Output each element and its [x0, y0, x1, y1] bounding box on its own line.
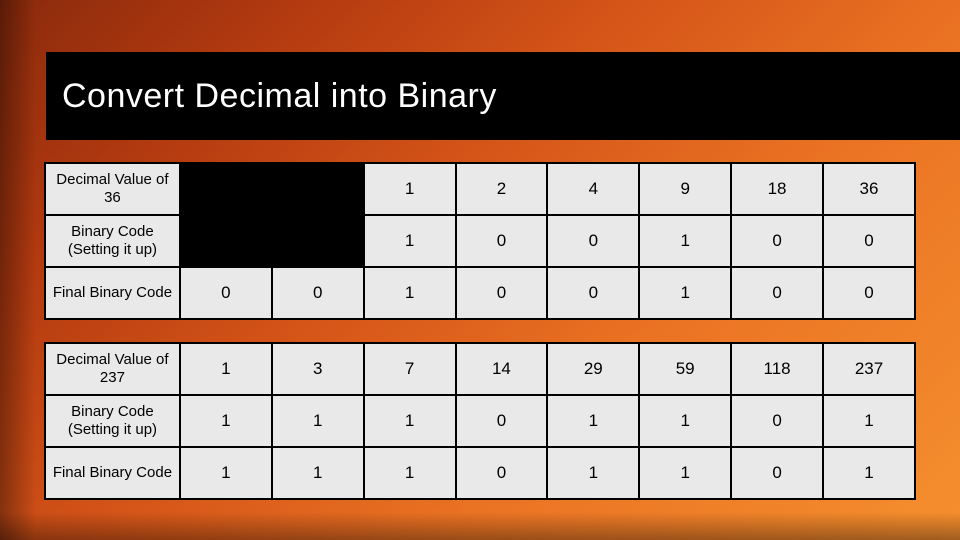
cell: 1: [547, 447, 639, 499]
left-shadow: [0, 0, 36, 540]
table-row: Decimal Value of 237 1 3 7 14 29 59 118 …: [45, 343, 915, 395]
cell: 0: [456, 215, 548, 267]
cell: 0: [823, 215, 915, 267]
cell: 36: [823, 163, 915, 215]
cell: 237: [823, 343, 915, 395]
cell: 1: [180, 395, 272, 447]
cell: 0: [456, 267, 548, 319]
table-row: Binary Code (Setting it up) 1 0 0 1 0 0: [45, 215, 915, 267]
cell: 0: [731, 447, 823, 499]
table-gap: [44, 320, 916, 342]
row-header: Final Binary Code: [45, 447, 180, 499]
cell: 1: [364, 163, 456, 215]
table-36: Decimal Value of 36 1 2 4 9 18 36 Binary…: [44, 162, 916, 320]
cell: 0: [272, 267, 364, 319]
slide-title: Convert Decimal into Binary: [46, 77, 497, 116]
slide: Convert Decimal into Binary Decimal Valu…: [0, 0, 960, 540]
cell: 0: [456, 447, 548, 499]
cell: 7: [364, 343, 456, 395]
cell: 0: [547, 267, 639, 319]
cell: 1: [639, 395, 731, 447]
content-area: Decimal Value of 36 1 2 4 9 18 36 Binary…: [44, 162, 916, 500]
empty-cell: [272, 215, 364, 267]
cell: 0: [731, 215, 823, 267]
cell: 1: [639, 215, 731, 267]
cell: 0: [456, 395, 548, 447]
row-header: Binary Code (Setting it up): [45, 395, 180, 447]
cell: 1: [823, 447, 915, 499]
cell: 0: [823, 267, 915, 319]
cell: 0: [547, 215, 639, 267]
empty-cell: [272, 163, 364, 215]
cell: 2: [456, 163, 548, 215]
cell: 29: [547, 343, 639, 395]
cell: 0: [731, 267, 823, 319]
empty-cell: [180, 215, 272, 267]
cell: 1: [639, 447, 731, 499]
cell: 9: [639, 163, 731, 215]
cell: 1: [272, 447, 364, 499]
cell: 59: [639, 343, 731, 395]
table-row: Decimal Value of 36 1 2 4 9 18 36: [45, 163, 915, 215]
cell: 18: [731, 163, 823, 215]
table-row: Final Binary Code 0 0 1 0 0 1 0 0: [45, 267, 915, 319]
cell: 1: [823, 395, 915, 447]
cell: 1: [364, 267, 456, 319]
row-header: Decimal Value of 237: [45, 343, 180, 395]
empty-cell: [180, 163, 272, 215]
table-row: Final Binary Code 1 1 1 0 1 1 0 1: [45, 447, 915, 499]
cell: 1: [364, 447, 456, 499]
cell: 1: [364, 395, 456, 447]
cell: 1: [272, 395, 364, 447]
bottom-shadow: [0, 512, 960, 540]
cell: 1: [639, 267, 731, 319]
table-row: Binary Code (Setting it up) 1 1 1 0 1 1 …: [45, 395, 915, 447]
cell: 1: [180, 447, 272, 499]
row-header: Final Binary Code: [45, 267, 180, 319]
cell: 1: [180, 343, 272, 395]
cell: 14: [456, 343, 548, 395]
cell: 3: [272, 343, 364, 395]
table-237: Decimal Value of 237 1 3 7 14 29 59 118 …: [44, 342, 916, 500]
cell: 1: [547, 395, 639, 447]
cell: 1: [364, 215, 456, 267]
row-header: Binary Code (Setting it up): [45, 215, 180, 267]
title-bar: Convert Decimal into Binary: [46, 52, 960, 140]
cell: 0: [731, 395, 823, 447]
cell: 0: [180, 267, 272, 319]
row-header: Decimal Value of 36: [45, 163, 180, 215]
cell: 4: [547, 163, 639, 215]
cell: 118: [731, 343, 823, 395]
